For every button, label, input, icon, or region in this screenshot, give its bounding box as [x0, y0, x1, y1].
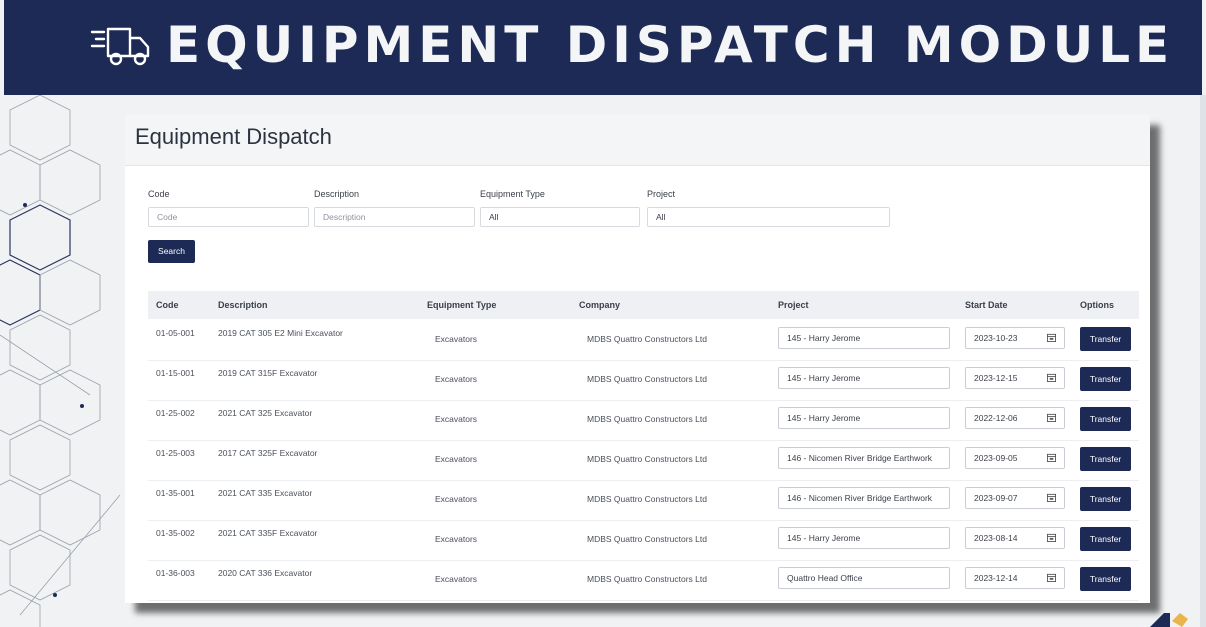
equipment-type-filter-label: Equipment Type [480, 189, 545, 199]
row-start-date-value: 2022-12-06 [974, 413, 1018, 423]
table-row: 01-35-002 2021 CAT 335F Excavator Excavato… [148, 520, 1139, 561]
project-filter-label: Project [647, 189, 676, 199]
delivery-truck-icon [90, 27, 150, 66]
calendar-icon[interactable] [1047, 493, 1056, 502]
row-code: 01-15-001 [156, 368, 195, 378]
code-input[interactable]: Code [148, 207, 309, 227]
table-row: 01-36-003 2020 CAT 336 Excavator Excavator… [148, 560, 1139, 601]
row-company: MDBS Quattro Constructors Ltd [587, 374, 707, 384]
row-description: 2021 CAT 335F Excavator [218, 528, 318, 538]
table-row: 01-25-003 2017 CAT 325F Excavator Excavato… [148, 440, 1139, 481]
row-company: MDBS Quattro Constructors Ltd [587, 414, 707, 424]
table-header: Code Description Equipment Type Company … [148, 291, 1139, 319]
transfer-button[interactable]: Transfer [1080, 447, 1131, 471]
row-company: MDBS Quattro Constructors Ltd [587, 454, 707, 464]
banner-title: EQUIPMENT DISPATCH MODULE [166, 16, 1175, 74]
page-edge-strip [1200, 95, 1206, 627]
hexagon-pattern-decoration [0, 95, 121, 627]
row-start-date-value: 2023-09-07 [974, 493, 1018, 503]
row-start-date-input[interactable]: 2023-12-14 [965, 567, 1065, 589]
row-description: 2021 CAT 325 Excavator [218, 408, 313, 418]
row-code: 01-36-003 [156, 568, 195, 578]
row-start-date-input[interactable]: 2023-10-23 [965, 327, 1065, 349]
row-start-date-value: 2023-12-15 [974, 373, 1018, 383]
row-project-select[interactable]: Quattro Head Office [778, 567, 950, 589]
calendar-icon[interactable] [1047, 373, 1056, 382]
row-project-select[interactable]: 145 - Harry Jerome [778, 327, 950, 349]
row-company: MDBS Quattro Constructors Ltd [587, 334, 707, 344]
row-description: 2020 CAT 336 Excavator [218, 568, 313, 578]
code-filter-label: Code [148, 189, 170, 199]
table-row: 01-35-001 2021 CAT 335 Excavator Excavator… [148, 480, 1139, 521]
row-description: 2017 CAT 325F Excavator [218, 448, 318, 458]
row-start-date-input[interactable]: 2023-09-05 [965, 447, 1065, 469]
row-description: 2019 CAT 315F Excavator [218, 368, 318, 378]
project-select[interactable]: All [647, 207, 890, 227]
row-equipment-type: Excavators [435, 534, 478, 544]
header-equipment-type: Equipment Type [427, 300, 497, 310]
row-company: MDBS Quattro Constructors Ltd [587, 494, 707, 504]
transfer-button[interactable]: Transfer [1080, 487, 1131, 511]
row-equipment-type: Excavators [435, 454, 478, 464]
company-logo-mark [1150, 613, 1188, 627]
row-company: MDBS Quattro Constructors Ltd [587, 534, 707, 544]
module-banner: EQUIPMENT DISPATCH MODULE [4, 0, 1202, 95]
header-project: Project [778, 300, 809, 310]
equipment-type-select[interactable]: All [480, 207, 640, 227]
calendar-icon[interactable] [1047, 533, 1056, 542]
row-start-date-input[interactable]: 2023-09-07 [965, 487, 1065, 509]
header-company: Company [579, 300, 621, 310]
row-start-date-value: 2023-09-05 [974, 453, 1018, 463]
row-start-date-input[interactable]: 2023-08-14 [965, 527, 1065, 549]
row-equipment-type: Excavators [435, 414, 478, 424]
row-project-select[interactable]: 145 - Harry Jerome [778, 367, 950, 389]
page-title: Equipment Dispatch [135, 124, 332, 149]
header-options: Options [1080, 300, 1114, 310]
row-project-select[interactable]: 145 - Harry Jerome [778, 407, 950, 429]
table-row: 01-25-002 2021 CAT 325 Excavator Excavator… [148, 400, 1139, 441]
row-equipment-type: Excavators [435, 494, 478, 504]
row-equipment-type: Excavators [435, 334, 478, 344]
row-start-date-input[interactable]: 2023-12-15 [965, 367, 1065, 389]
search-button[interactable]: Search [148, 240, 195, 263]
header-description: Description [218, 300, 268, 310]
row-equipment-type: Excavators [435, 574, 478, 584]
row-start-date-input[interactable]: 2022-12-06 [965, 407, 1065, 429]
transfer-button[interactable]: Transfer [1080, 527, 1131, 551]
transfer-button[interactable]: Transfer [1080, 407, 1131, 431]
header-code: Code [156, 300, 179, 310]
table-row: 01-05-001 2019 CAT 305 E2 Mini Excavator E… [148, 320, 1139, 361]
row-code: 01-35-001 [156, 488, 195, 498]
header-start-date: Start Date [965, 300, 1008, 310]
panel-header: Equipment Dispatch [125, 115, 1150, 166]
row-project-select[interactable]: 145 - Harry Jerome [778, 527, 950, 549]
row-code: 01-25-003 [156, 448, 195, 458]
row-description: 2019 CAT 305 E2 Mini Excavator [218, 328, 343, 338]
calendar-icon[interactable] [1047, 573, 1056, 582]
calendar-icon[interactable] [1047, 453, 1056, 462]
row-start-date-value: 2023-10-23 [974, 333, 1018, 343]
calendar-icon[interactable] [1047, 333, 1056, 342]
row-company: MDBS Quattro Constructors Ltd [587, 574, 707, 584]
transfer-button[interactable]: Transfer [1080, 327, 1131, 351]
row-description: 2021 CAT 335 Excavator [218, 488, 313, 498]
row-project-select[interactable]: 146 - Nicomen River Bridge Earthwork [778, 487, 950, 509]
row-equipment-type: Excavators [435, 374, 478, 384]
table-row: 01-15-001 2019 CAT 315F Excavator Excavato… [148, 360, 1139, 401]
row-start-date-value: 2023-08-14 [974, 533, 1018, 543]
description-input[interactable]: Description [314, 207, 475, 227]
equipment-dispatch-panel: Equipment Dispatch Code Description Equi… [125, 115, 1150, 603]
row-start-date-value: 2023-12-14 [974, 573, 1018, 583]
row-project-select[interactable]: 146 - Nicomen River Bridge Earthwork [778, 447, 950, 469]
row-code: 01-05-001 [156, 328, 195, 338]
row-code: 01-25-002 [156, 408, 195, 418]
description-filter-label: Description [314, 189, 360, 199]
transfer-button[interactable]: Transfer [1080, 367, 1131, 391]
row-code: 01-35-002 [156, 528, 195, 538]
transfer-button[interactable]: Transfer [1080, 567, 1131, 591]
calendar-icon[interactable] [1047, 413, 1056, 422]
